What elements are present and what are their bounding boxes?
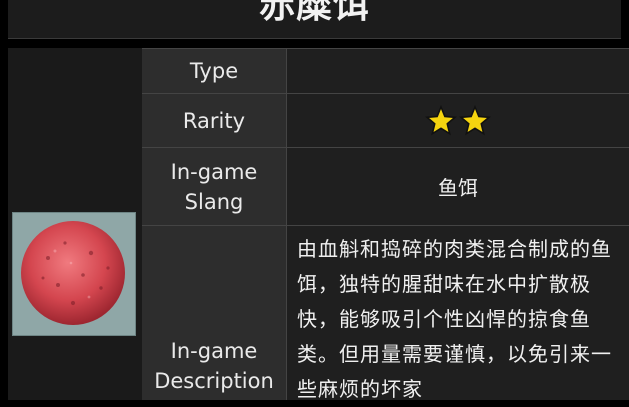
slang-value: 鱼饵 <box>287 147 629 225</box>
rarity-value <box>287 93 629 147</box>
star-icon <box>425 104 457 135</box>
type-value <box>287 48 629 93</box>
row-rarity: Rarity <box>142 93 629 147</box>
type-label: Type <box>142 48 287 93</box>
row-description: In-game Description 由血斛和捣碎的肉类混合制成的鱼饵，独特的… <box>142 225 629 401</box>
bait-ball-image <box>12 212 136 336</box>
row-slang: In-game Slang 鱼饵 <box>142 147 629 225</box>
description-value: 由血斛和捣碎的肉类混合制成的鱼饵，独特的腥甜味在水中扩散极快，能够吸引个性凶悍的… <box>287 225 629 401</box>
item-title: 赤糜饵 <box>258 0 370 26</box>
star-icon <box>459 104 491 135</box>
row-type: Type <box>142 48 629 93</box>
item-info-table: Type Rarity In-game Slang 鱼饵 In-game Des… <box>142 48 629 401</box>
item-title-bar: 赤糜饵 <box>8 0 621 39</box>
rarity-stars <box>425 104 491 137</box>
slang-label: In-game Slang <box>142 147 287 225</box>
description-label: In-game Description <box>142 225 287 400</box>
rarity-label: Rarity <box>142 93 287 147</box>
